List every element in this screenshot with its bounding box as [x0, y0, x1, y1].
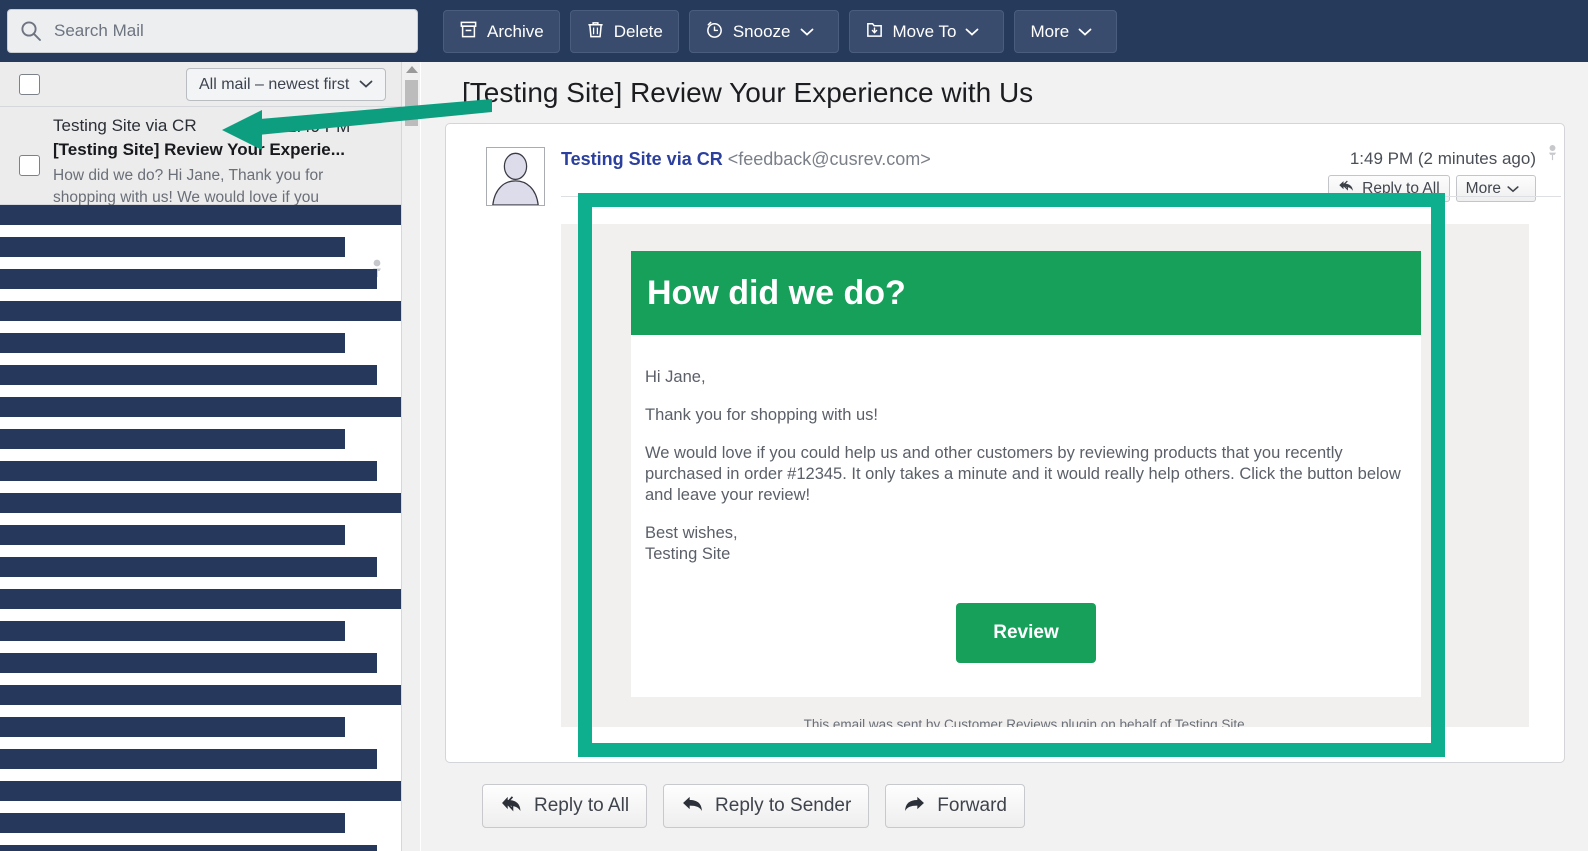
mail-client-window: Archive Delete [0, 0, 1588, 851]
arrow-annotation [222, 99, 492, 150]
